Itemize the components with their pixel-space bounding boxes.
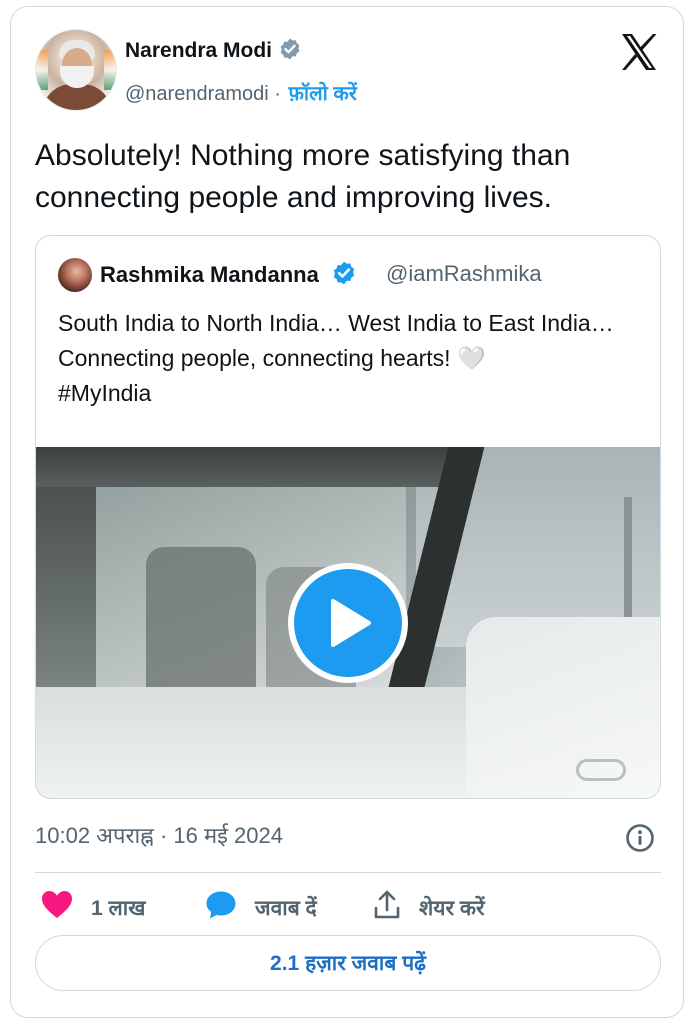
white-heart-emoji: 🤍 (456, 345, 486, 371)
quote-author-avatar[interactable] (58, 258, 92, 292)
hashtag-link[interactable]: #MyIndia (58, 380, 151, 406)
action-bar: 1 लाख जवाब दें शेयर करें (35, 885, 661, 931)
author-avatar[interactable] (35, 29, 117, 111)
heart-icon (41, 890, 73, 926)
flag-decoration (36, 50, 48, 90)
tweet-text: Absolutely! Nothing more satisfying than… (35, 139, 571, 214)
quote-author-handle[interactable]: @iamRashmika (386, 261, 542, 287)
reply-label: जवाब दें (255, 897, 317, 920)
follow-button[interactable]: फ़ॉलो करें (289, 83, 357, 105)
like-count: 1 लाख (91, 897, 146, 920)
video-scene-trim (36, 487, 96, 707)
author-name[interactable]: Narendra Modi (125, 39, 272, 62)
share-upload-icon (373, 890, 401, 926)
quote-text-block: South India to North India… West India t… (58, 306, 638, 411)
like-button[interactable]: 1 लाख (41, 885, 145, 931)
quote-author-name[interactable]: Rashmika Mandanna (100, 262, 319, 287)
share-button[interactable]: शेयर करें (373, 885, 485, 931)
author-name-row[interactable]: Narendra Modi (125, 37, 302, 67)
author-handle[interactable]: @narendramodi (125, 83, 269, 105)
x-logo-icon[interactable] (619, 32, 659, 72)
verified-badge-icon (278, 37, 302, 67)
quote-text: South India to North India… West India t… (58, 310, 614, 371)
play-icon (331, 599, 371, 647)
quoted-tweet[interactable]: Rashmika Mandanna @iamRashmika South Ind… (35, 235, 661, 799)
video-thumbnail[interactable] (36, 447, 660, 798)
video-scene-seat (146, 547, 256, 697)
video-scene-door-handle (576, 759, 626, 781)
info-icon[interactable] (625, 823, 655, 858)
video-scene-roof (36, 447, 456, 487)
share-label: शेयर करें (419, 897, 485, 920)
video-scene-door (466, 617, 660, 798)
divider (35, 872, 661, 873)
reply-bubble-icon (205, 890, 237, 926)
flag-decoration (104, 50, 116, 90)
separator: · (274, 83, 281, 105)
avatar-body (42, 84, 112, 110)
tweet-timestamp[interactable]: 10:02 अपराह्न · 16 मई 2024 (35, 820, 283, 850)
verified-badge-icon (331, 260, 357, 292)
play-button[interactable] (288, 563, 408, 683)
quote-author-name-row[interactable]: Rashmika Mandanna (100, 260, 357, 292)
read-replies-button[interactable]: 2.1 हज़ार जवाब पढ़ें (35, 935, 661, 991)
tweet-card: Narendra Modi @narendramodi · फ़ॉलो करें… (10, 6, 684, 1018)
reply-button[interactable]: जवाब दें (205, 885, 317, 931)
handle-line: @narendramodi · फ़ॉलो करें (125, 79, 357, 106)
